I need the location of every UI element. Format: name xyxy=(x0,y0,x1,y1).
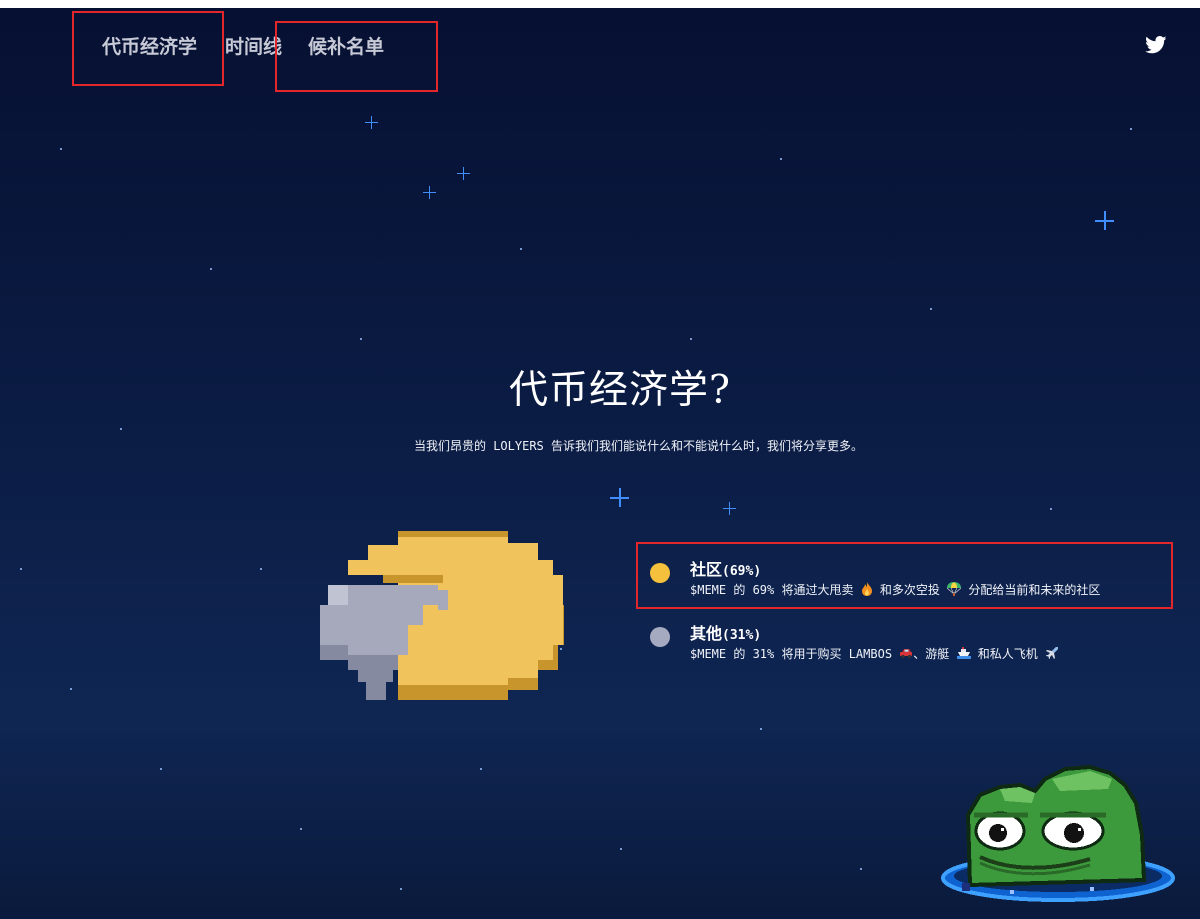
legend-desc-part: 分配给当前和未来的社区 xyxy=(961,583,1101,597)
star xyxy=(210,268,212,270)
sparkle-star xyxy=(365,116,378,129)
star xyxy=(480,768,482,770)
star xyxy=(1130,128,1132,130)
legend-desc-part: 、游艇 xyxy=(913,647,957,661)
parachute-icon xyxy=(946,582,962,596)
fire-icon xyxy=(861,582,872,596)
legend-dot-community xyxy=(650,563,670,583)
legend-name: 其他 xyxy=(690,624,723,643)
legend-desc-part: $MEME 的 31% 将用于购买 LAMBOS xyxy=(690,647,900,661)
star xyxy=(360,338,362,340)
star xyxy=(20,568,22,570)
ship-icon xyxy=(956,647,971,659)
star xyxy=(930,308,932,310)
star xyxy=(520,248,522,250)
star xyxy=(620,848,622,850)
sparkle-star xyxy=(457,167,470,180)
page-subtitle: 当我们昂贵的 LOLYERS 告诉我们我们能说什么和不能说什么时，我们将分享更多… xyxy=(413,439,864,453)
nav-tokenomics[interactable]: 代币经济学 xyxy=(102,32,197,59)
legend-desc-part: 和私人飞机 xyxy=(970,647,1045,661)
legend-pct: (31%) xyxy=(722,628,762,643)
star xyxy=(300,828,302,830)
star xyxy=(60,148,62,150)
star xyxy=(260,568,262,570)
star xyxy=(760,728,762,730)
twitter-icon[interactable] xyxy=(1145,36,1167,54)
car-icon xyxy=(900,649,913,659)
legend-name: 社区 xyxy=(690,560,723,579)
sparkle-star xyxy=(1095,211,1114,230)
legend-title-other: 其他(31%) xyxy=(690,620,761,644)
star xyxy=(160,768,162,770)
airplane-icon xyxy=(1045,647,1058,659)
star xyxy=(780,158,782,160)
legend-desc-part: 和多次空投 xyxy=(872,583,948,597)
page-background: 代币经济学 时间线 候补名单 代币经济学? 当我们昂贵的 LOLYERS 告诉我… xyxy=(0,8,1200,919)
sparkle-star xyxy=(610,488,629,507)
pepe-frog-mascot xyxy=(941,764,1175,902)
star xyxy=(400,888,402,890)
page-title: 代币经济学? xyxy=(509,368,731,413)
star xyxy=(860,868,862,870)
sparkle-star xyxy=(423,186,436,199)
sparkle-star xyxy=(723,502,736,515)
legend-desc-other: $MEME 的 31% 将用于购买 LAMBOS 、游艇 和私人飞机 xyxy=(690,645,1059,662)
nav-timeline[interactable]: 时间线 xyxy=(225,32,282,59)
legend-title-community: 社区(69%) xyxy=(690,556,761,580)
legend-desc-community: $MEME 的 69% 将通过大甩卖 和多次空投 分配给当前和未来的社区 xyxy=(690,581,1100,598)
star xyxy=(120,428,122,430)
legend-dot-other xyxy=(650,627,670,647)
star xyxy=(70,688,72,690)
pie-chart xyxy=(320,531,564,700)
star xyxy=(690,338,692,340)
legend-pct: (69%) xyxy=(722,564,762,579)
legend-desc-part: $MEME 的 69% 将通过大甩卖 xyxy=(690,583,861,597)
nav-waitlist[interactable]: 候补名单 xyxy=(308,32,384,59)
star xyxy=(1050,508,1052,510)
